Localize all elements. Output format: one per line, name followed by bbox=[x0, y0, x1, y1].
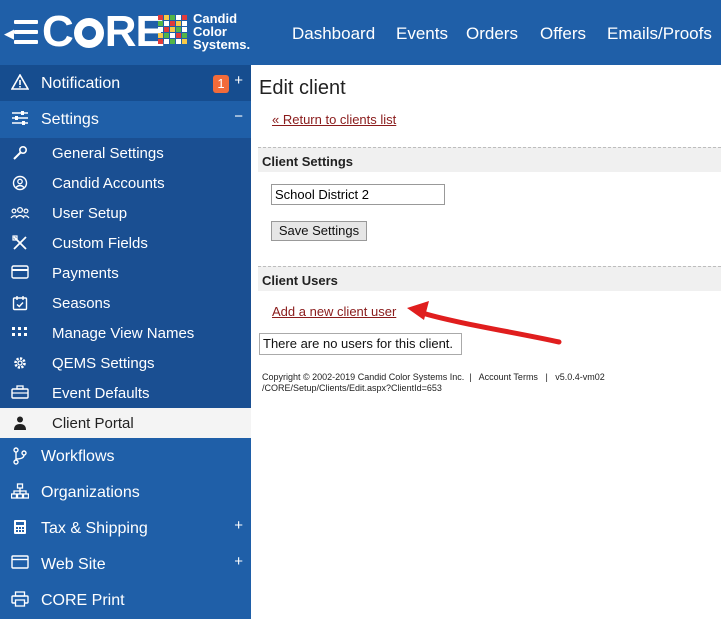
candid-grid-logo-icon bbox=[158, 15, 190, 49]
expand-plus-icon[interactable]: + bbox=[234, 553, 243, 570]
sidebar-item-workflows[interactable]: Workflows bbox=[0, 438, 251, 474]
org-chart-icon bbox=[10, 483, 30, 501]
nav-dashboard[interactable]: Dashboard bbox=[292, 24, 375, 44]
sidebar-subitem-event-defaults[interactable]: Event Defaults bbox=[0, 378, 251, 408]
sidebar-subitem-label: Payments bbox=[52, 265, 119, 282]
sidebar-subitem-client-portal[interactable]: Client Portal bbox=[0, 408, 251, 438]
calendar-check-icon bbox=[10, 295, 30, 311]
notification-badge: 1 bbox=[213, 75, 229, 93]
sidebar-item-label: CORE Print bbox=[41, 592, 125, 609]
user-circle-icon bbox=[10, 175, 30, 191]
credit-card-icon bbox=[10, 265, 30, 281]
sidebar-subitem-label: Candid Accounts bbox=[52, 175, 165, 192]
toolbox-icon bbox=[10, 385, 30, 401]
sidebar-item-notification[interactable]: Notification 1 + bbox=[0, 65, 251, 101]
sidebar-item-web-site[interactable]: Web Site + bbox=[0, 546, 251, 582]
wrench-icon bbox=[10, 145, 30, 161]
sidebar-subitem-manage-view-names[interactable]: Manage View Names bbox=[0, 318, 251, 348]
sidebar-subitem-label: Client Portal bbox=[52, 415, 134, 432]
add-client-user-link[interactable]: Add a new client user bbox=[272, 304, 396, 319]
sidebar-subitem-custom-fields[interactable]: Custom Fields bbox=[0, 228, 251, 258]
sidebar-subitem-candid-accounts[interactable]: Candid Accounts bbox=[0, 168, 251, 198]
sidebar-item-label: Workflows bbox=[41, 448, 115, 465]
expand-plus-icon[interactable]: + bbox=[234, 517, 243, 534]
sliders-icon bbox=[10, 110, 30, 128]
footer-version: v5.0.4-vm02 bbox=[555, 372, 605, 382]
nav-emails-proofs[interactable]: Emails/Proofs bbox=[607, 24, 712, 44]
branch-icon bbox=[10, 447, 30, 465]
sidebar-subitem-qems-settings[interactable]: QEMS Settings bbox=[0, 348, 251, 378]
sidebar-item-label: Notification bbox=[41, 75, 121, 92]
sidebar: Notification 1 + Settings − General Sett… bbox=[0, 65, 251, 619]
sidebar-subitem-label: Event Defaults bbox=[52, 385, 150, 402]
sidebar-item-label: Tax & Shipping bbox=[41, 520, 148, 537]
sidebar-subitem-label: QEMS Settings bbox=[52, 355, 155, 372]
expand-plus-icon[interactable]: + bbox=[234, 72, 243, 89]
client-users-header: Client Users bbox=[258, 266, 721, 291]
brand-text: Candid Color Systems. bbox=[193, 11, 251, 52]
sidebar-item-organizations[interactable]: Organizations bbox=[0, 474, 251, 510]
sidebar-subitem-label: Seasons bbox=[52, 295, 111, 312]
core-logo[interactable]: C RE bbox=[42, 6, 165, 58]
client-settings-header: Client Settings bbox=[258, 147, 721, 172]
sidebar-subitem-seasons[interactable]: Seasons bbox=[0, 288, 251, 318]
printer-icon bbox=[10, 591, 30, 609]
nav-orders[interactable]: Orders bbox=[466, 24, 518, 44]
nav-offers[interactable]: Offers bbox=[540, 24, 586, 44]
page-title: Edit client bbox=[259, 77, 346, 99]
sidebar-subitem-payments[interactable]: Payments bbox=[0, 258, 251, 288]
browser-window-icon bbox=[10, 555, 30, 573]
account-terms-link[interactable]: Account Terms bbox=[479, 372, 538, 382]
users-group-icon bbox=[10, 205, 30, 221]
no-users-message: There are no users for this client. bbox=[259, 333, 462, 355]
sidebar-subitem-label: Manage View Names bbox=[52, 325, 195, 342]
footer-copyright: Copyright © 2002-2019 Candid Color Syste… bbox=[262, 372, 465, 382]
menu-toggle-icon[interactable]: ◀ bbox=[4, 18, 38, 48]
grid-dots-icon bbox=[10, 325, 30, 341]
collapse-minus-icon[interactable]: − bbox=[234, 108, 243, 125]
sidebar-subitem-user-setup[interactable]: User Setup bbox=[0, 198, 251, 228]
warning-icon bbox=[10, 73, 30, 92]
sidebar-item-tax-shipping[interactable]: Tax & Shipping + bbox=[0, 510, 251, 546]
gear-icon bbox=[10, 355, 30, 371]
person-icon bbox=[10, 415, 30, 431]
nav-events[interactable]: Events bbox=[396, 24, 448, 44]
client-name-input[interactable] bbox=[271, 184, 445, 205]
return-to-clients-link[interactable]: « Return to clients list bbox=[272, 112, 396, 127]
sidebar-subitem-label: Custom Fields bbox=[52, 235, 148, 252]
save-settings-button[interactable]: Save Settings bbox=[271, 221, 367, 241]
top-bar: ◀ C RE Candid Color Systems. Dashboard E… bbox=[0, 0, 721, 65]
main-content: Edit client « Return to clients list Cli… bbox=[251, 65, 721, 619]
sidebar-item-label: Web Site bbox=[41, 556, 106, 573]
pencil-ruler-icon bbox=[10, 235, 30, 251]
sidebar-subitem-label: General Settings bbox=[52, 145, 164, 162]
sidebar-subitem-label: User Setup bbox=[52, 205, 128, 222]
calculator-icon bbox=[10, 519, 30, 537]
sidebar-item-label: Settings bbox=[41, 111, 99, 128]
page-footer: Copyright © 2002-2019 Candid Color Syste… bbox=[262, 372, 605, 393]
sidebar-item-core-print[interactable]: CORE Print bbox=[0, 582, 251, 618]
sidebar-subitem-general-settings[interactable]: General Settings bbox=[0, 138, 251, 168]
footer-path: /CORE/Setup/Clients/Edit.aspx?ClientId=6… bbox=[262, 383, 442, 393]
sidebar-item-label: Organizations bbox=[41, 484, 140, 501]
sidebar-item-settings[interactable]: Settings − bbox=[0, 101, 251, 137]
